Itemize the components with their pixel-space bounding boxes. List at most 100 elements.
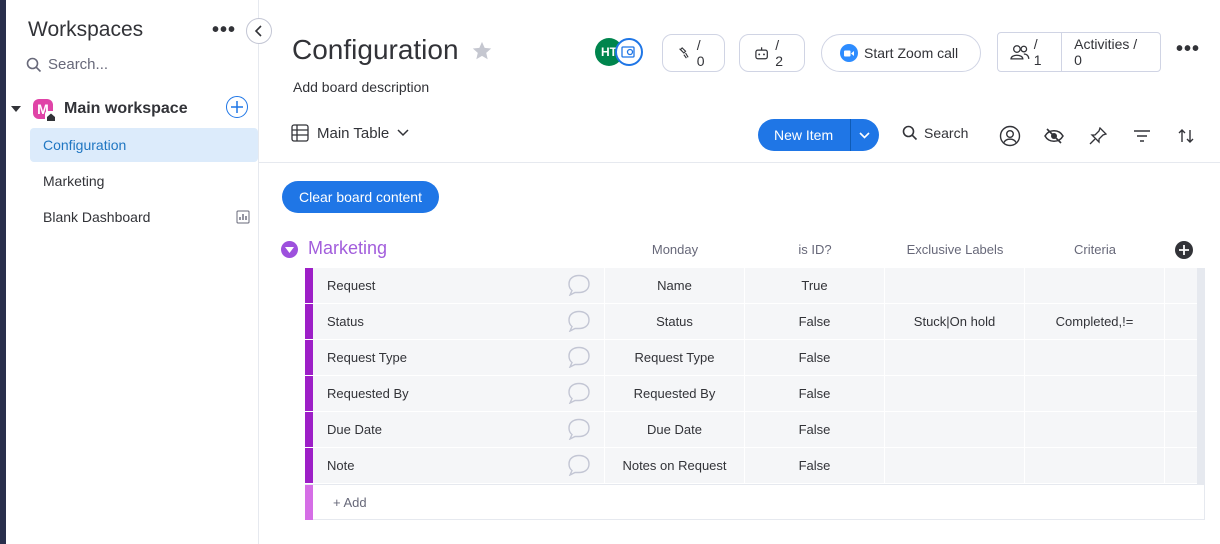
item-name[interactable]: Note xyxy=(327,458,354,473)
add-item-input[interactable]: + Add xyxy=(333,495,367,519)
pin-icon[interactable] xyxy=(1087,125,1109,147)
exclusive-labels-cell[interactable] xyxy=(885,376,1025,411)
members-button[interactable]: / 1 xyxy=(998,33,1063,71)
activities-button[interactable]: Activities / 0 xyxy=(1062,36,1160,68)
column-header-exclusive-labels[interactable]: Exclusive Labels xyxy=(899,242,1011,257)
is-id-cell[interactable]: False xyxy=(745,340,885,375)
workspace-row[interactable]: M Main workspace xyxy=(10,96,250,123)
table-row[interactable]: Note Notes on Request False xyxy=(305,448,1205,484)
automations-button[interactable]: / 2 xyxy=(739,34,805,72)
group-table: Request Name True Status Status False St… xyxy=(305,268,1205,520)
exclusive-labels-cell[interactable] xyxy=(885,448,1025,483)
criteria-cell[interactable] xyxy=(1025,448,1165,483)
row-end-cap xyxy=(1197,340,1205,376)
start-zoom-call-button[interactable]: Start Zoom call xyxy=(821,34,981,72)
clear-board-content-button[interactable]: Clear board content xyxy=(282,181,439,213)
exclusive-labels-cell[interactable] xyxy=(885,268,1025,303)
item-name-cell[interactable]: Status xyxy=(313,304,605,339)
exclusive-labels-cell[interactable] xyxy=(885,340,1025,375)
group-color-bar xyxy=(305,340,313,375)
table-row[interactable]: Status Status False Stuck|On hold Comple… xyxy=(305,304,1205,340)
board-title[interactable]: Configuration xyxy=(292,34,459,66)
item-name[interactable]: Status xyxy=(327,314,364,329)
view-tab-main-table[interactable]: Main Table xyxy=(291,124,409,142)
is-id-cell[interactable]: True xyxy=(745,268,885,303)
new-item-label[interactable]: New Item xyxy=(758,127,850,143)
criteria-cell[interactable] xyxy=(1025,268,1165,303)
sidebar-search[interactable] xyxy=(26,56,228,73)
add-column-button[interactable] xyxy=(1175,241,1193,259)
new-item-dropdown[interactable] xyxy=(850,119,878,151)
search-label: Search xyxy=(924,125,969,141)
chat-bubble-icon[interactable] xyxy=(566,310,592,332)
chat-bubble-icon[interactable] xyxy=(566,454,592,476)
chat-bubble-icon[interactable] xyxy=(566,418,592,440)
collapse-sidebar-button[interactable] xyxy=(246,18,272,44)
chevron-down-icon xyxy=(285,246,294,253)
item-name[interactable]: Request xyxy=(327,278,375,293)
item-name-cell[interactable]: Due Date xyxy=(313,412,605,447)
item-name[interactable]: Due Date xyxy=(327,422,382,437)
chevron-down-icon[interactable] xyxy=(397,129,409,137)
chat-bubble-icon[interactable] xyxy=(566,274,592,296)
item-name-cell[interactable]: Requested By xyxy=(313,376,605,411)
chat-bubble-icon[interactable] xyxy=(566,382,592,404)
monday-cell[interactable]: Requested By xyxy=(605,376,745,411)
filter-icon[interactable] xyxy=(1131,125,1153,147)
column-header-is-id[interactable]: is ID? xyxy=(773,242,857,257)
board-description[interactable]: Add board description xyxy=(293,79,429,95)
monday-cell[interactable]: Status xyxy=(605,304,745,339)
criteria-cell[interactable] xyxy=(1025,376,1165,411)
members-activities[interactable]: / 1 Activities / 0 xyxy=(997,32,1161,72)
chat-bubble-icon[interactable] xyxy=(566,346,592,368)
item-name-cell[interactable]: Request Type xyxy=(313,340,605,375)
person-filter-icon[interactable] xyxy=(999,125,1021,147)
item-name[interactable]: Requested By xyxy=(327,386,409,401)
table-row[interactable]: Due Date Due Date False xyxy=(305,412,1205,448)
group-title[interactable]: Marketing xyxy=(308,238,387,259)
home-icon xyxy=(45,111,57,123)
add-to-workspace-button[interactable] xyxy=(226,96,248,118)
sidebar-search-input[interactable] xyxy=(48,56,228,73)
dashboard-icon xyxy=(236,210,250,224)
table-row[interactable]: Request Type Request Type False xyxy=(305,340,1205,376)
sidebar-item-configuration[interactable]: Configuration xyxy=(30,128,258,162)
criteria-cell[interactable] xyxy=(1025,340,1165,375)
sidebar-more-icon[interactable]: ••• xyxy=(212,18,236,42)
criteria-cell[interactable] xyxy=(1025,412,1165,447)
sidebar-item-blank-dashboard[interactable]: Blank Dashboard xyxy=(30,200,258,234)
sort-icon[interactable] xyxy=(1175,125,1197,147)
board-search-button[interactable]: Search xyxy=(902,125,968,141)
column-header-monday[interactable]: Monday xyxy=(633,242,717,257)
is-id-cell[interactable]: False xyxy=(745,304,885,339)
is-id-cell[interactable]: False xyxy=(745,376,885,411)
sidebar-item-label: Blank Dashboard xyxy=(43,209,151,225)
new-item-button[interactable]: New Item xyxy=(758,119,879,151)
monday-cell[interactable]: Due Date xyxy=(605,412,745,447)
add-item-row[interactable]: + Add xyxy=(305,484,1205,520)
table-row[interactable]: Request Name True xyxy=(305,268,1205,304)
board-more-icon[interactable]: ••• xyxy=(1176,38,1200,61)
monday-cell[interactable]: Name xyxy=(605,268,745,303)
item-name-cell[interactable]: Request xyxy=(313,268,605,303)
group-collapse-toggle[interactable] xyxy=(281,241,298,258)
is-id-cell[interactable]: False xyxy=(745,448,885,483)
table-row[interactable]: Requested By Requested By False xyxy=(305,376,1205,412)
board-subscribers[interactable]: HT xyxy=(595,38,647,68)
exclusive-labels-cell[interactable] xyxy=(885,412,1025,447)
item-name[interactable]: Request Type xyxy=(327,350,407,365)
caret-down-icon[interactable] xyxy=(10,103,22,115)
criteria-cell[interactable]: Completed,!= xyxy=(1025,304,1165,339)
monday-cell[interactable]: Notes on Request xyxy=(605,448,745,483)
sidebar-item-marketing[interactable]: Marketing xyxy=(30,164,258,198)
favorite-star-icon[interactable] xyxy=(471,40,493,62)
hide-columns-icon[interactable] xyxy=(1043,125,1065,147)
monday-cell[interactable]: Request Type xyxy=(605,340,745,375)
integrations-button[interactable]: / 0 xyxy=(662,34,725,72)
exclusive-labels-cell[interactable]: Stuck|On hold xyxy=(885,304,1025,339)
is-id-cell[interactable]: False xyxy=(745,412,885,447)
item-name-cell[interactable]: Note xyxy=(313,448,605,483)
chevron-down-icon xyxy=(859,131,870,139)
guest-view-icon[interactable] xyxy=(615,38,643,66)
column-header-criteria[interactable]: Criteria xyxy=(1053,242,1137,257)
